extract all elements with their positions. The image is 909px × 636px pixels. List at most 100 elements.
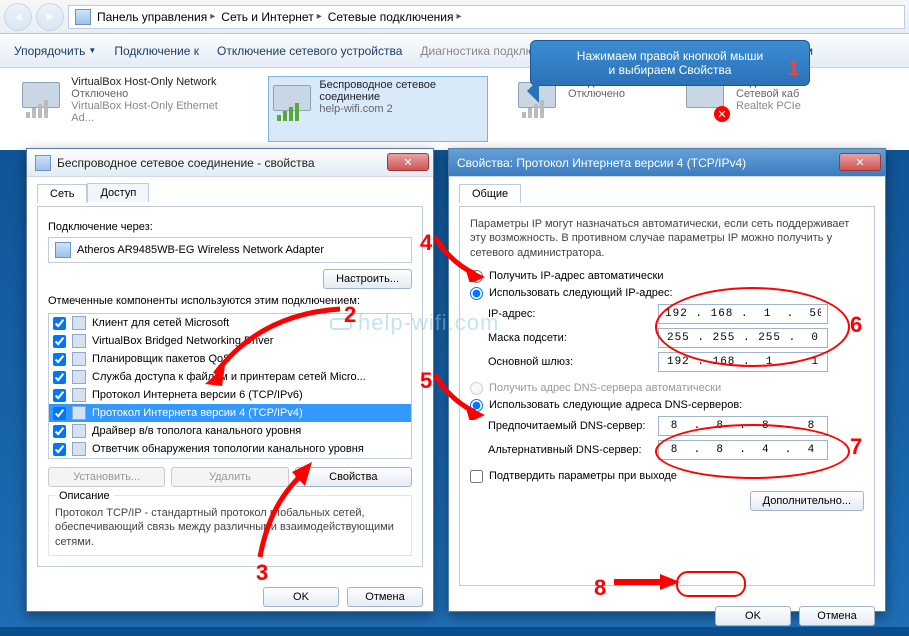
tab-network[interactable]: Сеть	[37, 184, 87, 203]
annotation-number-5: 5	[420, 368, 432, 394]
crumb-network-connections[interactable]: Сетевые подключения▸	[328, 10, 462, 24]
component-checkbox[interactable]	[53, 317, 66, 330]
subnet-mask-input[interactable]	[658, 328, 828, 348]
forward-button[interactable]: ►	[36, 3, 64, 31]
cancel-button[interactable]: Отмена	[347, 587, 423, 607]
description-group: Описание Протокол TCP/IP - стандартный п…	[48, 495, 412, 556]
adapter-name: Atheros AR9485WB-EG Wireless Network Ada…	[77, 244, 324, 256]
adapter-icon	[35, 155, 51, 171]
annotation-number-8: 8	[594, 575, 606, 601]
gateway-input[interactable]	[658, 352, 828, 372]
component-checkbox[interactable]	[53, 335, 66, 348]
dns1-label: Предпочитаемый DNS-сервер:	[488, 420, 658, 432]
error-icon: ✕	[714, 106, 730, 122]
ipv4-properties-dialog: Свойства: Протокол Интернета версии 4 (T…	[448, 148, 886, 612]
dialog-title: Свойства: Протокол Интернета версии 4 (T…	[457, 156, 746, 170]
connection-status: Отключено	[568, 88, 640, 100]
dialog-titlebar[interactable]: Беспроводное сетевое соединение - свойст…	[27, 149, 433, 177]
callout-line2: и выбираем Свойства	[543, 63, 797, 77]
component-checkbox[interactable]	[53, 389, 66, 402]
description-text: Протокол TCP/IP - стандартный протокол г…	[55, 506, 405, 549]
close-button[interactable]: ✕	[387, 153, 429, 171]
component-checkbox[interactable]	[53, 407, 66, 420]
annotation-number-7: 7	[850, 434, 862, 460]
radio-manual-ip[interactable]: Использовать следующий IP-адрес:	[470, 287, 864, 300]
annotation-number-1: 1	[788, 58, 799, 81]
description-legend: Описание	[55, 490, 114, 502]
component-checkbox[interactable]	[53, 425, 66, 438]
cancel-button[interactable]: Отмена	[799, 606, 875, 626]
mask-label: Маска подсети:	[488, 332, 658, 344]
preferred-dns-input[interactable]	[658, 416, 828, 436]
component-checkbox[interactable]	[53, 443, 66, 456]
protocol-icon	[72, 424, 86, 438]
advanced-button[interactable]: Дополнительно...	[750, 491, 864, 511]
ok-button[interactable]: OK	[715, 606, 791, 626]
component-lltd-responder[interactable]: Ответчик обнаружения топологии канальног…	[49, 440, 411, 458]
dialog-titlebar[interactable]: Свойства: Протокол Интернета версии 4 (T…	[449, 149, 885, 177]
connection-status: help-wifi.com 2	[319, 103, 485, 115]
breadcrumb-bar[interactable]: Панель управления▸ Сеть и Интернет▸ Сете…	[68, 5, 905, 29]
connection-detail: VirtualBox Host-Only Ethernet Ad...	[71, 100, 240, 124]
annotation-arrow-3	[250, 462, 330, 562]
validate-checkbox-row[interactable]: Подтвердить параметры при выходе	[470, 470, 864, 483]
annotation-arrow-4	[430, 232, 490, 282]
menu-organize[interactable]: Упорядочить ▼	[14, 44, 96, 58]
tab-sharing[interactable]: Доступ	[87, 183, 149, 202]
component-ipv4[interactable]: Протокол Интернета версии 4 (TCP/IPv4)	[49, 404, 411, 422]
network-icon	[20, 76, 63, 120]
connection-detail: Realtek PCIe	[736, 100, 801, 112]
crumb-network-internet[interactable]: Сеть и Интернет▸	[221, 10, 321, 24]
connection-name: Беспроводное сетевое соединение	[319, 79, 485, 103]
radio-manual-dns[interactable]: Использовать следующие адреса DNS-сервер…	[470, 399, 864, 412]
connection-status: Отключено	[71, 88, 240, 100]
protocol-icon	[72, 388, 86, 402]
nic-icon	[55, 242, 71, 258]
connection-virtualbox[interactable]: VirtualBox Host-Only Network Отключено V…	[20, 76, 240, 142]
validate-checkbox[interactable]	[470, 470, 483, 483]
instruction-callout: Нажимаем правой кнопкой мыши и выбираем …	[530, 40, 810, 86]
service-icon	[72, 334, 86, 348]
annotation-number-3: 3	[256, 560, 268, 586]
install-button[interactable]: Установить...	[48, 467, 165, 487]
address-bar: ◄ ► Панель управления▸ Сеть и Интернет▸ …	[0, 0, 909, 34]
back-button[interactable]: ◄	[4, 3, 32, 31]
dns2-label: Альтернативный DNS-сервер:	[488, 444, 658, 456]
alternate-dns-input[interactable]	[658, 440, 828, 460]
service-icon	[72, 316, 86, 330]
menu-connect[interactable]: Подключение к	[114, 44, 199, 58]
protocol-icon	[72, 442, 86, 456]
tab-general[interactable]: Общие	[459, 184, 521, 203]
annotation-arrow-2	[200, 304, 350, 394]
connect-via-label: Подключение через:	[48, 221, 412, 233]
crumb-control-panel[interactable]: Панель управления▸	[97, 10, 215, 24]
ip-label: IP-адрес:	[488, 308, 658, 320]
menu-disable[interactable]: Отключение сетевого устройства	[217, 44, 402, 58]
configure-button[interactable]: Настроить...	[323, 269, 412, 289]
protocol-icon	[72, 406, 86, 420]
component-checkbox[interactable]	[53, 353, 66, 366]
dialog-title: Беспроводное сетевое соединение - свойст…	[57, 156, 315, 170]
connection-name: VirtualBox Host-Only Network	[71, 76, 240, 88]
ok-button[interactable]: OK	[263, 587, 339, 607]
connection-status: Сетевой каб	[736, 88, 801, 100]
adapter-field: Atheros AR9485WB-EG Wireless Network Ada…	[48, 237, 412, 263]
ip-address-input[interactable]	[658, 304, 828, 324]
radio-auto-ip[interactable]: Получить IP-адрес автоматически	[470, 270, 864, 283]
radio-auto-dns: Получить адрес DNS-сервера автоматически	[470, 382, 864, 395]
component-checkbox[interactable]	[53, 371, 66, 384]
connection-wireless[interactable]: Беспроводное сетевое соединение help-wif…	[268, 76, 488, 142]
annotation-number-2: 2	[344, 302, 356, 328]
annotation-arrow-5	[430, 370, 490, 420]
component-lltd-driver[interactable]: Драйвер в/в тополога канального уровня	[49, 422, 411, 440]
annotation-number-4: 4	[420, 230, 432, 256]
annotation-arrow-8	[612, 572, 682, 592]
service-icon	[72, 370, 86, 384]
close-button[interactable]: ✕	[839, 153, 881, 171]
control-panel-icon	[75, 9, 91, 25]
info-text: Параметры IP могут назначаться автоматич…	[470, 217, 864, 260]
annotation-number-6: 6	[850, 312, 862, 338]
service-icon	[72, 352, 86, 366]
gateway-label: Основной шлюз:	[488, 356, 658, 368]
wifi-icon	[271, 79, 311, 123]
